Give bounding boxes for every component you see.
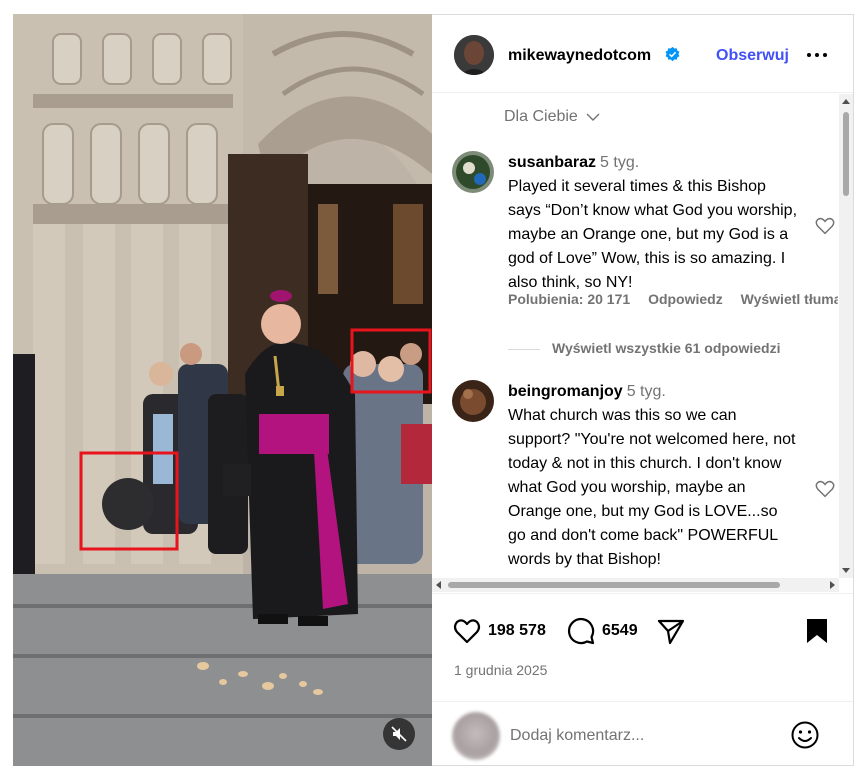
comment-text: What church was this so we can support? … xyxy=(508,407,796,568)
comment-time[interactable]: 5 tyg. xyxy=(627,383,666,400)
comments-list[interactable]: Dla Ciebie susanbaraz 5 tyg. Played it se… xyxy=(432,94,838,578)
comment-body: susanbaraz 5 tyg. Played it several times… xyxy=(508,151,798,295)
heart-icon[interactable] xyxy=(814,478,836,500)
comment-sort-dropdown[interactable]: Dla Ciebie xyxy=(504,108,600,126)
more-horizontal-icon[interactable] xyxy=(806,45,828,65)
video-frame xyxy=(13,14,432,766)
verified-badge-icon xyxy=(665,46,680,62)
comments-horizontal-scrollbar[interactable] xyxy=(432,578,839,592)
view-replies-label: Wyświetl wszystkie 61 odpowiedzi xyxy=(552,340,781,356)
scroll-down-arrow-icon[interactable] xyxy=(842,568,850,573)
comment-sort-label: Dla Ciebie xyxy=(504,108,578,125)
like-heart-icon[interactable] xyxy=(452,616,482,646)
post-video[interactable] xyxy=(13,14,432,766)
post-date[interactable]: 1 grudnia 2025 xyxy=(454,662,547,678)
emoji-smiley-icon[interactable] xyxy=(790,720,820,750)
comment-text: Played it several times & this Bishop sa… xyxy=(508,178,798,291)
comment-likes[interactable]: Polubienia: 20 171 xyxy=(508,291,630,307)
author-avatar-image xyxy=(454,35,494,75)
translate-button[interactable]: Wyświetl tłumaczenie xyxy=(741,291,838,307)
reply-button[interactable]: Odpowiedz xyxy=(648,291,723,307)
heart-icon[interactable] xyxy=(814,215,836,237)
share-paper-plane-icon[interactable] xyxy=(656,616,686,646)
scroll-right-arrow-icon[interactable] xyxy=(830,581,835,589)
comment-time[interactable]: 5 tyg. xyxy=(600,154,639,171)
comment-meta: Polubienia: 20 171 Odpowiedz Wyświetl tł… xyxy=(508,291,838,307)
comment-count[interactable]: 6549 xyxy=(602,622,638,640)
commenter-avatar-image xyxy=(452,151,494,193)
mute-button[interactable] xyxy=(383,718,415,750)
author-avatar[interactable] xyxy=(454,35,494,75)
scrollbar-thumb[interactable] xyxy=(843,112,849,196)
scrollbar-thumb[interactable] xyxy=(448,582,780,588)
current-user-avatar[interactable] xyxy=(452,712,500,760)
comment-bubble-icon[interactable] xyxy=(566,616,596,646)
bookmark-icon[interactable] xyxy=(802,616,832,646)
comment-username[interactable]: susanbaraz xyxy=(508,154,596,171)
post-actions: 198 578 6549 1 grudnia 2025 xyxy=(432,593,853,683)
view-replies-button[interactable]: Wyświetl wszystkie 61 odpowiedzi xyxy=(508,340,780,356)
comment-body: beingromanjoy 5 tyg. What church was this… xyxy=(508,380,798,572)
comment-input[interactable] xyxy=(510,722,770,750)
chevron-down-icon xyxy=(586,113,600,121)
like-count[interactable]: 198 578 xyxy=(488,622,546,640)
post-side-panel: mikewaynedotcom Obserwuj Dla Ciebie susa… xyxy=(432,14,854,766)
scroll-up-arrow-icon[interactable] xyxy=(842,99,850,104)
comment-avatar[interactable] xyxy=(452,380,494,422)
author-username[interactable]: mikewaynedotcom xyxy=(508,47,651,65)
comments-vertical-scrollbar[interactable] xyxy=(839,94,853,578)
replies-divider xyxy=(508,348,540,350)
commenter-avatar-image xyxy=(452,380,494,422)
comment-avatar[interactable] xyxy=(452,151,494,193)
add-comment-bar xyxy=(432,701,853,767)
post-header: mikewaynedotcom Obserwuj xyxy=(432,15,853,93)
speaker-muted-icon xyxy=(391,726,407,742)
scroll-left-arrow-icon[interactable] xyxy=(436,581,441,589)
comment-username[interactable]: beingromanjoy xyxy=(508,383,623,400)
follow-button[interactable]: Obserwuj xyxy=(716,47,789,65)
